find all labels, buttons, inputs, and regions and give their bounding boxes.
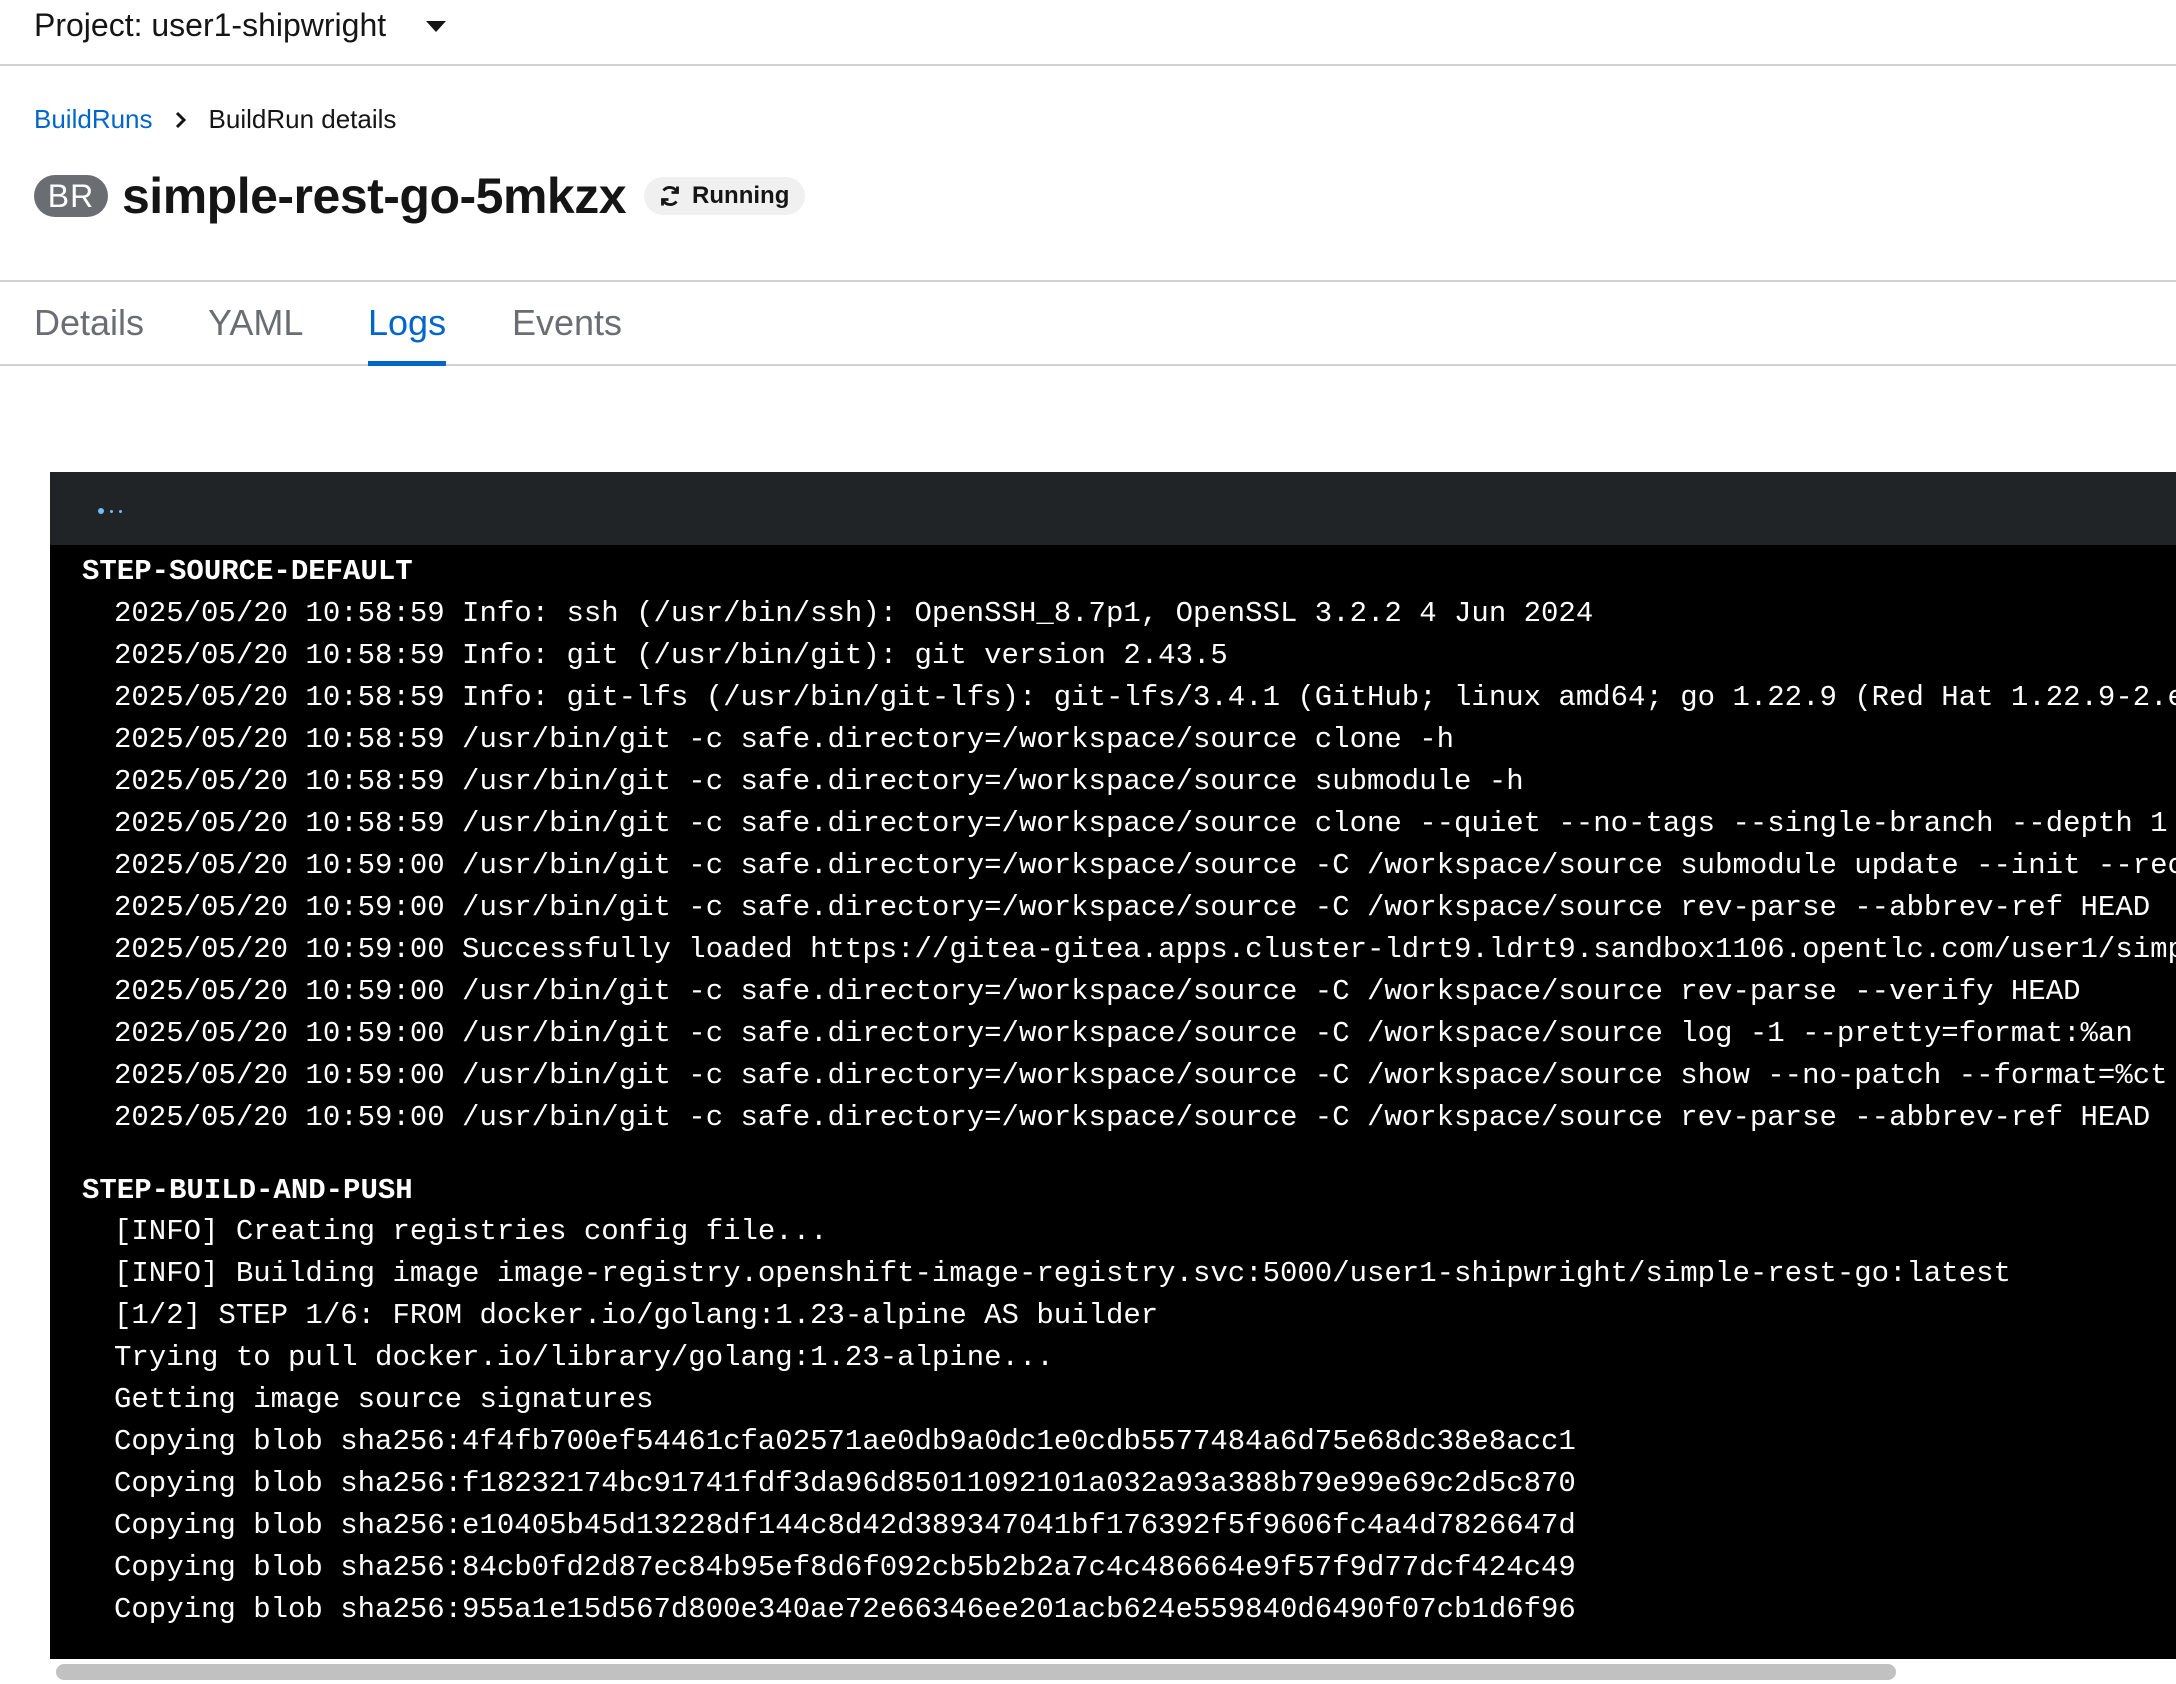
tab-logs[interactable]: Logs [368, 282, 447, 366]
log-line: [INFO] Creating registries config file..… [114, 1215, 828, 1248]
caret-down-icon[interactable] [426, 20, 447, 32]
page-header: BR simple-rest-go-5mkzx Running [34, 166, 806, 226]
log-line: 2025/05/20 10:59:00 /usr/bin/git -c safe… [114, 1059, 2168, 1092]
project-bar: Project: user1-shipwright [0, 0, 2176, 66]
log-line: [INFO] Building image image-registry.ope… [114, 1257, 2011, 1290]
log-section-title: STEP-BUILD-AND-PUSH [82, 1174, 413, 1207]
log-line: 2025/05/20 10:59:00 Successfully loaded … [114, 933, 2176, 966]
breadcrumb-buildruns-link[interactable]: BuildRuns [34, 104, 153, 135]
project-label: Project: user1-shipwright [34, 6, 387, 43]
buildrun-details-page: Project: user1-shipwright BuildRuns Buil… [0, 0, 2176, 1684]
tab-events[interactable]: Events [512, 282, 622, 364]
chevron-right-icon [175, 111, 187, 129]
log-line: Copying blob sha256:f18232174bc91741fdf3… [114, 1467, 1576, 1500]
log-line: Copying blob sha256:955a1e15d567d800e340… [114, 1593, 1576, 1626]
log-line: 2025/05/20 10:59:00 /usr/bin/git -c safe… [114, 849, 2176, 882]
log-line: 2025/05/20 10:58:59 /usr/bin/git -c safe… [114, 723, 1455, 756]
horizontal-scrollbar[interactable] [50, 1659, 2176, 1684]
log-line: Copying blob sha256:e10405b45d13228df144… [114, 1509, 1576, 1542]
page-title: simple-rest-go-5mkzx [122, 168, 627, 224]
log-line: Copying blob sha256:4f4fb700ef54461cfa02… [114, 1425, 1576, 1458]
scrollbar-thumb[interactable] [56, 1664, 1896, 1680]
log-line: 2025/05/20 10:59:00 /usr/bin/git -c safe… [114, 975, 2081, 1008]
tab-details[interactable]: Details [34, 282, 144, 364]
log-toolbar [50, 472, 2176, 545]
log-line: Trying to pull docker.io/library/golang:… [114, 1341, 1054, 1374]
log-line: 2025/05/20 10:58:59 Info: git (/usr/bin/… [114, 639, 1228, 672]
status-badge: Running [644, 177, 806, 215]
log-line: 2025/05/20 10:58:59 Info: git-lfs (/usr/… [114, 681, 2176, 714]
log-line: 2025/05/20 10:58:59 Info: ssh (/usr/bin/… [114, 597, 1594, 630]
log-line: 2025/05/20 10:58:59 /usr/bin/git -c safe… [114, 807, 2176, 840]
log-line: 2025/05/20 10:59:00 /usr/bin/git -c safe… [114, 891, 2151, 924]
log-line: 2025/05/20 10:58:59 /usr/bin/git -c safe… [114, 765, 1524, 798]
log-line: Copying blob sha256:84cb0fd2d87ec84b95ef… [114, 1551, 1576, 1584]
log-section-title: STEP-SOURCE-DEFAULT [82, 555, 413, 588]
tab-bar: Details YAML Logs Events [0, 280, 2176, 366]
status-text: Running [692, 182, 790, 209]
tab-yaml[interactable]: YAML [208, 282, 303, 364]
log-line: [1/2] STEP 1/6: FROM docker.io/golang:1.… [114, 1299, 1159, 1332]
resource-type-badge: BR [34, 175, 108, 217]
log-line: Getting image source signatures [114, 1383, 654, 1416]
breadcrumb-current: BuildRun details [208, 104, 397, 134]
project-selector[interactable]: Project: user1-shipwright [34, 0, 447, 50]
log-line: 2025/05/20 10:59:00 /usr/bin/git -c safe… [114, 1017, 2133, 1050]
log-content: STEP-SOURCE-DEFAULT 2025/05/20 10:58:59 … [50, 545, 2176, 1659]
breadcrumb: BuildRuns BuildRun details [34, 104, 396, 135]
log-line: 2025/05/20 10:59:00 /usr/bin/git -c safe… [114, 1101, 2151, 1134]
sync-icon [661, 186, 679, 206]
loading-dots-icon [98, 508, 122, 514]
log-viewer: STEP-SOURCE-DEFAULT 2025/05/20 10:58:59 … [50, 472, 2176, 1684]
